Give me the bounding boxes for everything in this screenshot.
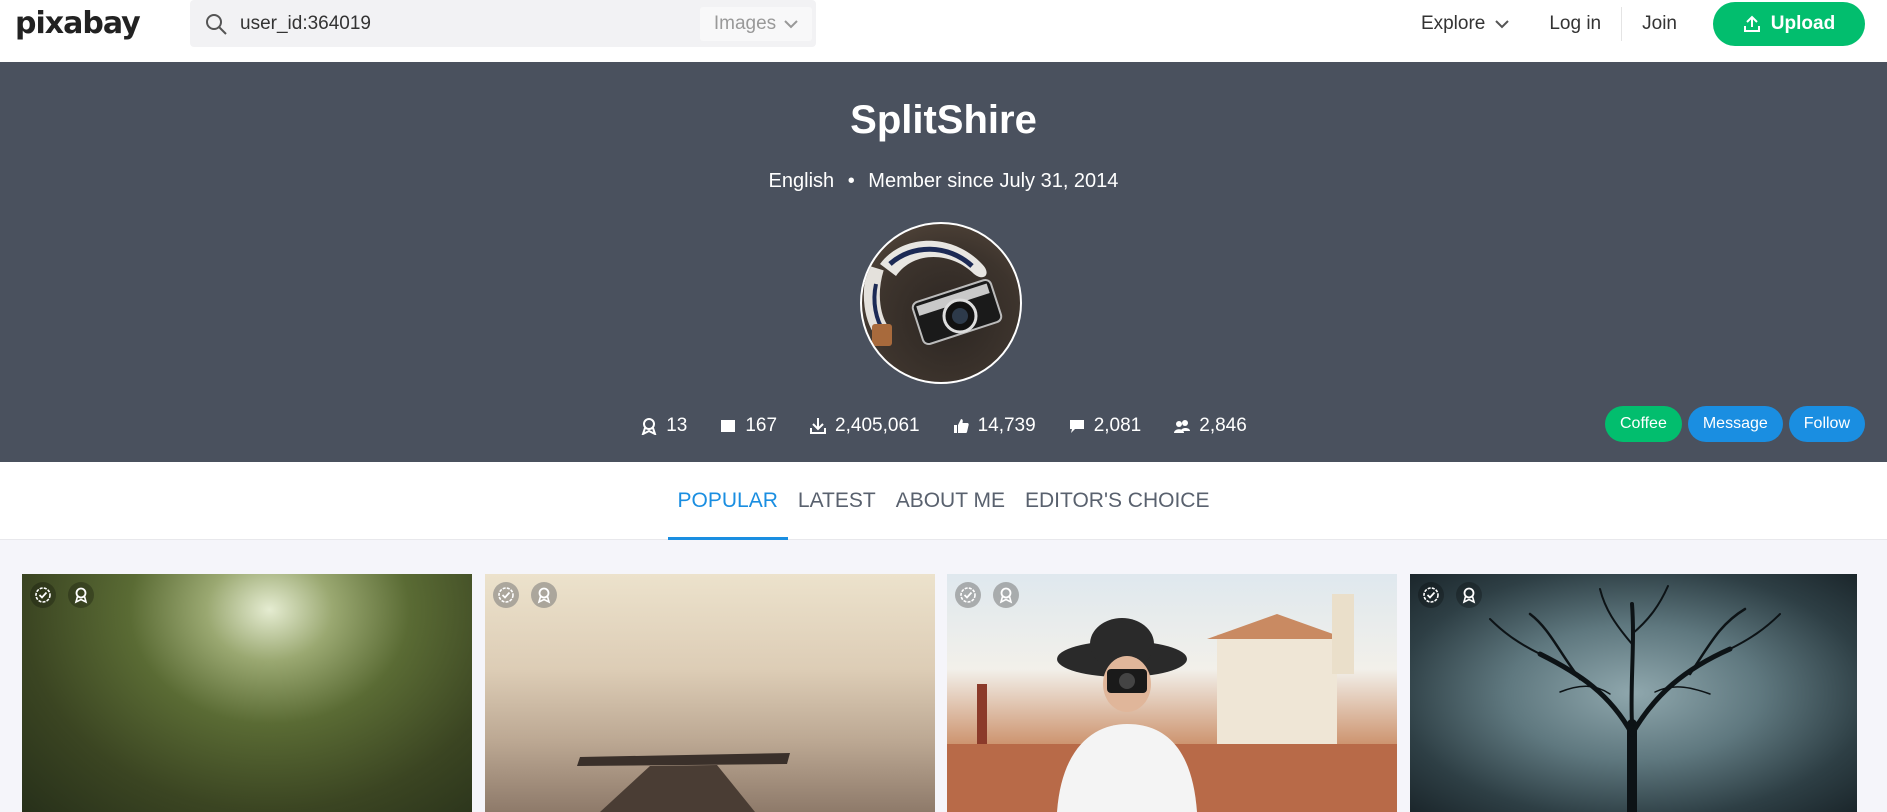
top-header: pixabay Images Explore Log in Join: [0, 0, 1887, 62]
stat-comments: 2,081: [1068, 415, 1142, 437]
profile-tabs: POPULAR LATEST ABOUT ME EDITOR'S CHOICE: [0, 462, 1887, 540]
gallery-image-woman-camera[interactable]: [947, 574, 1397, 812]
checkmark-badge-icon: [1418, 582, 1444, 608]
member-since: Member since July 31, 2014: [868, 170, 1119, 192]
checkmark-badge-icon: [30, 582, 56, 608]
camera-photo: [863, 240, 1003, 346]
tab-editors-choice[interactable]: EDITOR'S CHOICE: [1015, 462, 1219, 540]
image-badges: [1418, 582, 1482, 608]
profile-stats: 13 167 2,405,061 14,739 2,081 2,846: [0, 415, 1887, 437]
stat-images-value: 167: [745, 415, 778, 436]
award-icon: [1456, 582, 1482, 608]
checkmark-badge-icon: [955, 582, 981, 608]
award-icon: [641, 418, 657, 435]
follow-button[interactable]: Follow: [1788, 406, 1865, 442]
join-link[interactable]: Join: [1622, 0, 1697, 48]
profile-banner: SplitShire English • Member since July 3…: [0, 62, 1887, 462]
search-type-label: Images: [713, 13, 777, 34]
stat-likes-value: 14,739: [977, 415, 1036, 436]
separator-dot: •: [847, 170, 855, 192]
upload-button[interactable]: Upload: [1713, 2, 1865, 46]
stat-followers-value: 2,846: [1199, 415, 1247, 436]
download-icon: [810, 418, 827, 434]
upload-label: Upload: [1770, 13, 1836, 34]
coffee-button[interactable]: Coffee: [1604, 406, 1682, 442]
profile-language: English: [768, 170, 835, 192]
stat-awards: 13: [640, 415, 687, 437]
profile-name: SplitShire: [850, 98, 1037, 142]
profile-tabs-bar: POPULAR LATEST ABOUT ME EDITOR'S CHOICE: [0, 462, 1887, 540]
header-nav: Explore Log in Join Upload: [1401, 0, 1865, 48]
chevron-down-icon: [1495, 20, 1510, 29]
forest-scene: [22, 574, 472, 812]
thumbs-up-icon: [953, 419, 969, 433]
stat-downloads: 2,405,061: [809, 415, 920, 437]
tree-silhouette: [1489, 585, 1781, 812]
profile-meta: English • Member since July 31, 2014: [0, 170, 1887, 193]
gallery-image-bare-tree[interactable]: [1410, 574, 1857, 812]
upload-icon: [1743, 15, 1760, 32]
login-link[interactable]: Log in: [1529, 0, 1621, 48]
gallery-image-forest-path[interactable]: [22, 574, 472, 812]
stat-downloads-value: 2,405,061: [835, 415, 920, 436]
award-icon: [68, 582, 94, 608]
profile-actions: Coffee Message Follow: [1604, 406, 1865, 442]
award-icon: [993, 582, 1019, 608]
gallery-image-pier[interactable]: [485, 574, 935, 812]
image-badges: [30, 582, 94, 608]
search-type-dropdown[interactable]: Images: [700, 7, 812, 41]
pixabay-logo[interactable]: pixabay: [15, 6, 141, 41]
search-bar: Images: [190, 0, 816, 47]
image-icon: [721, 420, 736, 432]
avatar: [860, 222, 1022, 384]
followers-icon: [1174, 420, 1191, 433]
tab-about-me[interactable]: ABOUT ME: [886, 462, 1015, 540]
stat-comments-value: 2,081: [1093, 415, 1142, 436]
stat-awards-value: 13: [666, 415, 688, 436]
stat-likes: 14,739: [952, 415, 1036, 437]
pier-shape: [577, 753, 790, 812]
explore-label: Explore: [1420, 13, 1486, 34]
search-icon[interactable]: [204, 12, 228, 36]
tab-latest[interactable]: LATEST: [788, 462, 886, 540]
stat-images: 167: [719, 415, 777, 437]
comment-icon: [1069, 420, 1084, 433]
search-input[interactable]: [240, 8, 680, 40]
woman-scene: [947, 594, 1397, 812]
chevron-down-icon: [784, 20, 798, 29]
image-badges: [955, 582, 1019, 608]
stat-followers: 2,846: [1173, 415, 1247, 437]
explore-menu[interactable]: Explore: [1401, 0, 1529, 48]
tab-popular[interactable]: POPULAR: [667, 462, 788, 540]
image-gallery: [22, 574, 1865, 812]
message-button[interactable]: Message: [1687, 406, 1783, 442]
